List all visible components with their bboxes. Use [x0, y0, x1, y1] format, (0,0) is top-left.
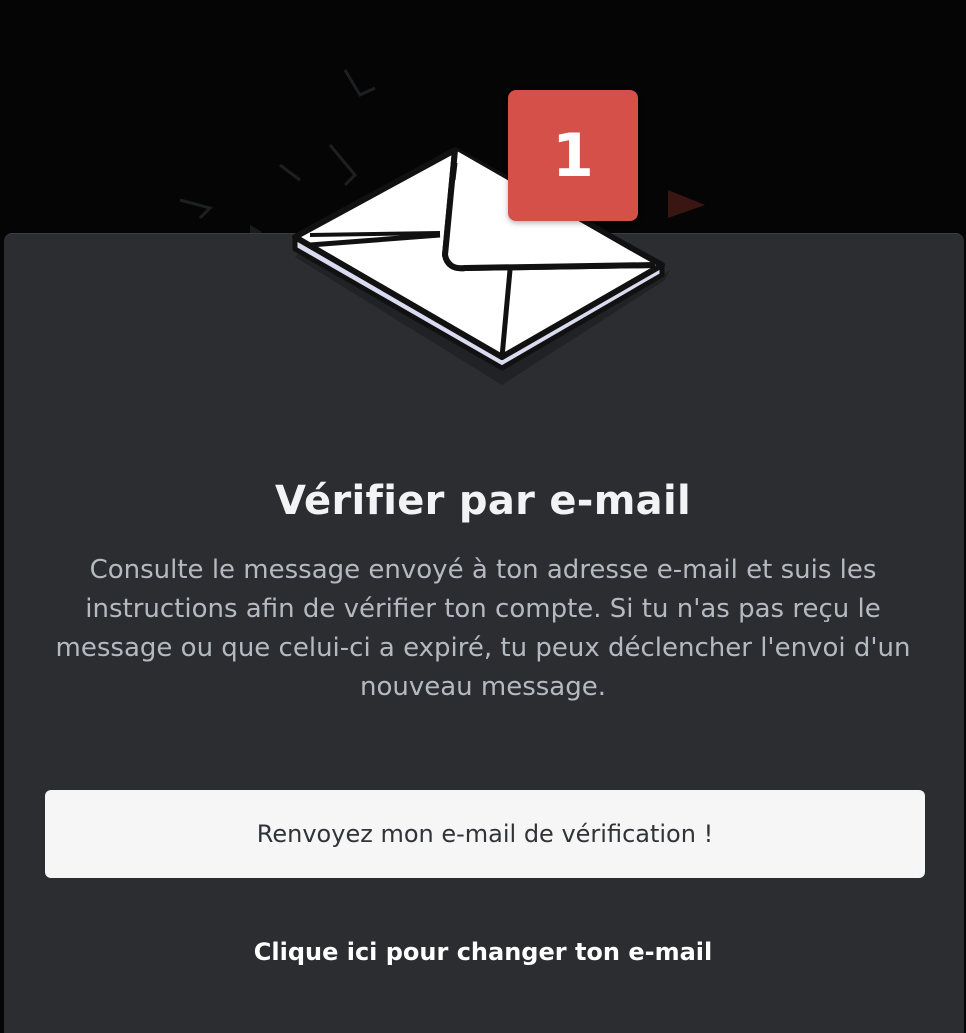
resend-button-label: Renvoyez mon e-mail de vérification !	[256, 820, 714, 848]
badge-count: 1	[552, 120, 594, 191]
change-email-link[interactable]: Clique ici pour changer ton e-mail	[0, 938, 966, 966]
resend-verification-button[interactable]: Renvoyez mon e-mail de vérification !	[45, 790, 925, 878]
verify-email-screen: 1 Vérifier par e-mail Consulte le messag…	[0, 0, 966, 1033]
page-title: Vérifier par e-mail	[274, 478, 692, 524]
notification-badge: 1	[508, 90, 638, 221]
description-text: Consulte le message envoyé à ton adresse…	[55, 555, 911, 702]
